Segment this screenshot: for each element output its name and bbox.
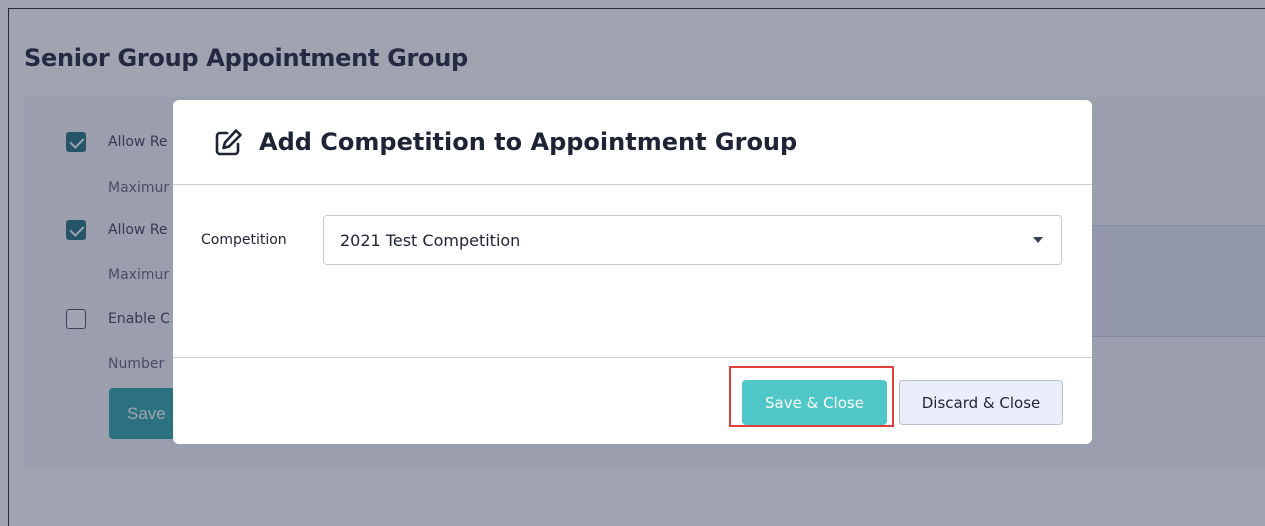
add-competition-modal: Add Competition to Appointment Group Com…	[173, 100, 1092, 444]
modal-header: Add Competition to Appointment Group	[173, 100, 1092, 185]
discard-close-button[interactable]: Discard & Close	[899, 380, 1063, 425]
modal-footer: Save & Close Discard & Close	[173, 357, 1092, 444]
competition-label: Competition	[201, 232, 287, 248]
competition-select[interactable]: 2021 Test Competition	[323, 215, 1062, 265]
chevron-down-icon	[1033, 237, 1043, 243]
edit-icon	[215, 129, 242, 156]
competition-select-value: 2021 Test Competition	[340, 230, 521, 250]
save-close-button[interactable]: Save & Close	[742, 380, 887, 425]
modal-title: Add Competition to Appointment Group	[259, 128, 798, 156]
